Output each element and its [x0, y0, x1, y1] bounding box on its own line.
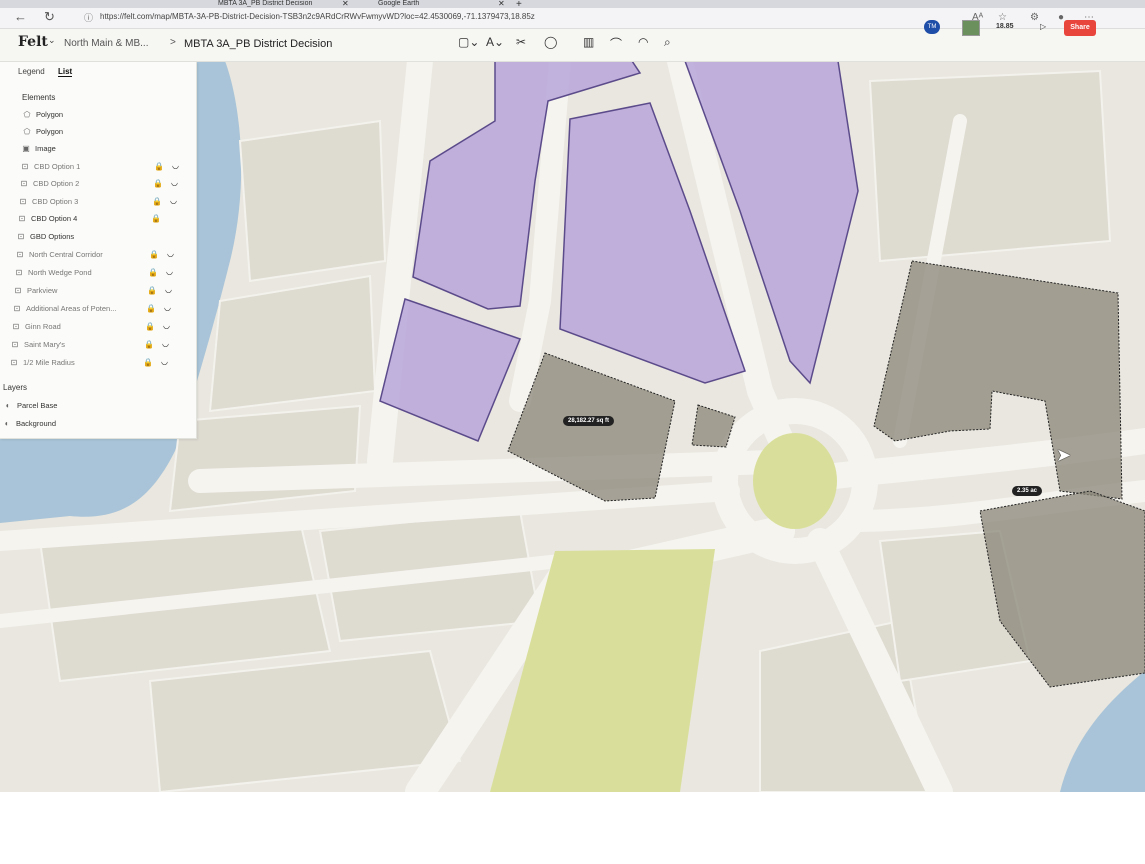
list-item[interactable]: ⊡ Saint Mary's 🔒 ◡	[10, 339, 169, 354]
list-item[interactable]: ⬠ Polygon	[22, 127, 64, 141]
route-icon[interactable]: ⌒	[610, 35, 622, 52]
screen: 28,182.27 sq ft 2.35 ac ➤ MBTA 3A_PB Dis…	[0, 0, 1145, 792]
tab-legend[interactable]: Legend	[18, 67, 45, 76]
list-item[interactable]: ⊡ CBD Option 1 🔒 ◡	[20, 161, 179, 176]
visibility-icon[interactable]: ◡	[167, 249, 174, 258]
list-item[interactable]: ⬠ Polygon	[22, 110, 64, 124]
browser-tab-bar: MBTA 3A_PB District Decision ✕ Google Ea…	[0, 0, 1145, 10]
polygon-icon: ⬠	[23, 110, 31, 119]
visibility-icon[interactable]: ◡	[161, 357, 168, 366]
lock-icon[interactable]: 🔒	[151, 214, 161, 223]
lock-icon[interactable]: 🔒	[154, 162, 164, 171]
group-icon: ⊡	[21, 162, 29, 171]
group-icon: ⊡	[12, 322, 20, 331]
roundabout-green	[753, 433, 837, 529]
lock-icon[interactable]: 🔒	[149, 250, 159, 259]
close-tab-icon[interactable]: ✕	[342, 0, 349, 8]
text-tool-icon[interactable]: A⌄	[486, 35, 504, 49]
group-icon: ⊡	[15, 268, 23, 277]
group-icon: ⊡	[11, 340, 19, 349]
share-button[interactable]: Share	[1064, 20, 1096, 36]
layers-heading: Layers	[3, 383, 28, 392]
group-icon: ⊡	[18, 214, 26, 223]
site-info-icon[interactable]: ⓘ	[84, 11, 93, 24]
map-library-icon[interactable]: ▥	[583, 35, 594, 49]
layer-item[interactable]: ◐ Background	[2, 419, 56, 433]
close-tab-icon[interactable]: ✕	[498, 0, 505, 8]
visibility-icon[interactable]: ◡	[171, 178, 178, 187]
page-title[interactable]: MBTA 3A_PB District Decision	[184, 38, 332, 50]
group-icon: ⊡	[20, 179, 28, 188]
extensions-icon[interactable]: ⚙	[1030, 12, 1039, 23]
list-item[interactable]: ⊡ Additional Areas of Poten... 🔒 ◡	[12, 303, 171, 318]
visibility-icon[interactable]: ◡	[165, 285, 172, 294]
area-label-acres: 2.35 ac	[1012, 486, 1043, 496]
group-icon: ⊡	[14, 286, 22, 295]
list-item[interactable]: ⊡ North Wedge Pond 🔒 ◡	[14, 267, 173, 282]
list-item[interactable]: ⊡ CBD Option 4 🔒	[17, 214, 161, 228]
list-item[interactable]: ⊡ Ginn Road 🔒 ◡	[11, 321, 170, 336]
elements-heading: Elements	[22, 93, 56, 102]
chevron-down-icon[interactable]: ⌄	[48, 35, 56, 46]
basemap-thumbnail[interactable]	[962, 20, 980, 36]
breadcrumb-separator: >	[170, 37, 176, 48]
visibility-icon[interactable]: ◡	[164, 303, 171, 312]
reload-icon[interactable]: ↻	[44, 9, 55, 25]
present-play-icon[interactable]: ▷	[1040, 22, 1046, 31]
browser-tab-google-earth[interactable]: Google Earth	[378, 0, 488, 8]
area-label-sqft: 28,182.27 sq ft	[563, 416, 615, 426]
group-icon: ⊡	[13, 304, 21, 313]
layer-item[interactable]: ◐ Parcel Base	[3, 401, 58, 415]
search-icon[interactable]: ⌕	[664, 35, 671, 50]
zoom-level[interactable]: 18.85	[996, 23, 1014, 30]
lock-icon[interactable]: 🔒	[153, 179, 163, 188]
felt-logo[interactable]: Felt	[18, 34, 48, 50]
back-icon[interactable]: ←	[14, 9, 27, 24]
polygon-icon: ⬠	[23, 127, 31, 136]
layer-icon: ◐	[4, 419, 10, 428]
layer-icon: ◐	[5, 401, 11, 410]
image-icon: ▣	[22, 144, 30, 153]
shape-tool-icon[interactable]: ▢⌄	[458, 35, 479, 49]
lock-icon[interactable]: 🔒	[144, 340, 154, 349]
list-item[interactable]: ⊡ 1/2 Mile Radius 🔒 ◡	[9, 357, 168, 372]
list-item[interactable]: ⊡ GBD Options	[16, 232, 75, 246]
group-icon: ⊡	[10, 358, 18, 367]
bookmark-star-icon[interactable]: ☆	[998, 12, 1007, 23]
tab-list[interactable]: List	[58, 67, 73, 77]
lock-icon[interactable]: 🔒	[143, 358, 153, 367]
list-item[interactable]: ⊡ CBD Option 3 🔒 ◡	[18, 196, 177, 211]
lock-icon[interactable]: 🔒	[152, 197, 162, 206]
visibility-icon[interactable]: ◡	[170, 196, 177, 205]
measure-icon[interactable]: ◠	[638, 35, 648, 49]
list-item[interactable]: ⊡ CBD Option 2 🔒 ◡	[19, 178, 178, 193]
list-item[interactable]: ▣ Image	[21, 144, 56, 158]
visibility-icon[interactable]: ◡	[163, 321, 170, 330]
mouse-cursor-icon: ➤	[1056, 445, 1072, 465]
scissors-icon[interactable]: ✂	[516, 35, 526, 49]
elements-panel: Legend List Elements ⬠ Polygon ⬠ Polygon ▣…	[0, 62, 197, 439]
group-icon: ⊡	[19, 197, 27, 206]
group-icon: ⊡	[16, 250, 24, 259]
breadcrumb-project[interactable]: North Main & MB...	[64, 38, 148, 49]
lock-icon[interactable]: 🔒	[147, 286, 157, 295]
lock-icon[interactable]: 🔒	[146, 304, 156, 313]
lock-icon[interactable]: 🔒	[145, 322, 155, 331]
url-field[interactable]: https://felt.com/map/MBTA-3A-PB-District…	[100, 12, 535, 21]
browser-tab-felt[interactable]: MBTA 3A_PB District Decision	[218, 0, 336, 8]
list-item[interactable]: ⊡ Parkview 🔒 ◡	[13, 285, 172, 300]
list-item[interactable]: ⊡ North Central Corridor 🔒 ◡	[15, 249, 174, 264]
avatar[interactable]: TM	[924, 20, 940, 34]
visibility-icon[interactable]: ◡	[172, 161, 179, 170]
comment-icon[interactable]: ◯	[544, 35, 557, 49]
visibility-icon[interactable]: ◡	[166, 267, 173, 276]
lock-icon[interactable]: 🔒	[148, 268, 158, 277]
visibility-icon[interactable]: ◡	[162, 339, 169, 348]
group-icon: ⊡	[17, 232, 25, 241]
